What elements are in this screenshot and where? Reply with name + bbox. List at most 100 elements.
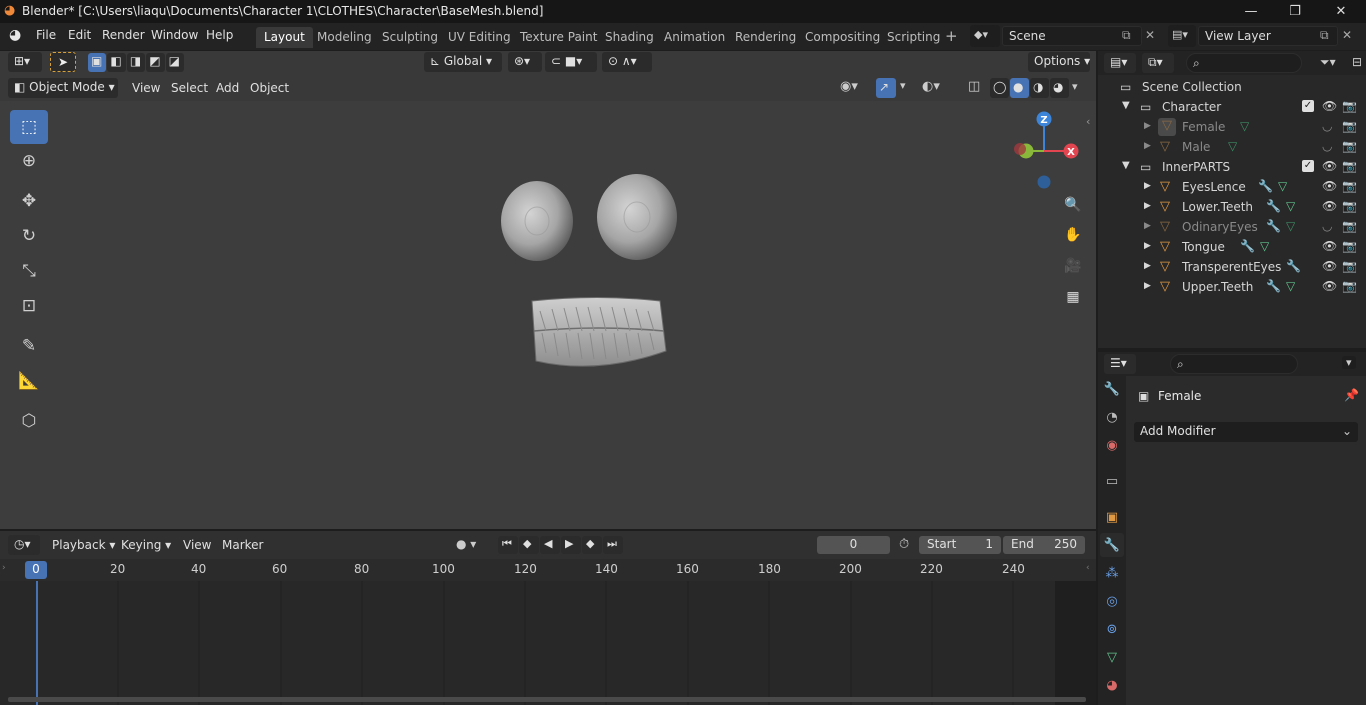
eye-icon[interactable]: 👁 [1322,199,1337,213]
timeline-view-menu[interactable]: View [183,538,211,552]
properties-editor-type-icon[interactable]: ☰▾ [1104,354,1136,374]
menu-file[interactable]: File [36,28,56,42]
zoom-icon[interactable]: 🔍 [1060,192,1086,218]
measure-tool-icon[interactable]: 📐 [10,364,48,398]
rotate-tool-icon[interactable]: ↻ [10,219,48,253]
scale-tool-icon[interactable]: ⤡ [10,254,48,288]
eye-icon[interactable]: 👁 [1322,179,1337,193]
ruler-left-arrow-icon[interactable]: › [2,563,6,573]
ruler-right-arrow-icon[interactable]: ‹ [1086,563,1090,573]
options-dropdown[interactable]: Options ▾ [1028,52,1090,72]
eye-closed-icon[interactable]: ◡ [1322,219,1332,233]
camera-icon[interactable]: 📷 [1342,179,1357,193]
constraints-tab-icon[interactable]: ⊚ [1100,617,1124,641]
pan-hand-icon[interactable]: ✋ [1060,222,1086,248]
blender-menu-icon[interactable]: ◕ [9,27,21,43]
outliner-row-male[interactable]: ▶ ▽ Male ▽ ◡ 📷 [1098,137,1366,157]
camera-icon[interactable]: 📷 [1342,279,1357,293]
expand-arrow-icon[interactable]: ▼ [1122,100,1130,111]
expand-arrow-icon[interactable]: ▶ [1144,181,1151,191]
outliner-row-scene-collection[interactable]: ▭ Scene Collection [1098,77,1366,97]
stopwatch-icon[interactable]: ⏱ [899,537,909,552]
outliner-row-character[interactable]: ▼ ▭ Character ✓ 👁 📷 [1098,97,1366,117]
eye-closed-icon[interactable]: ◡ [1322,139,1332,153]
expand-arrow-icon[interactable]: ▶ [1144,261,1151,271]
new-collection-icon[interactable]: ⊟ [1352,55,1362,69]
tab-modeling[interactable]: Modeling [309,27,380,48]
tab-uv-editing[interactable]: UV Editing [440,27,519,48]
outliner-row-tongue[interactable]: ▶ ▽ Tongue 🔧 ▽ 👁 📷 [1098,237,1366,257]
mesh-data-icon[interactable]: ▽ [1278,179,1287,193]
right-eye-mesh[interactable] [597,174,677,260]
navigation-gizmo[interactable]: Z X [1004,109,1086,191]
render-tab-icon[interactable]: ◔ [1100,405,1124,429]
outliner-row-female[interactable]: ▶ ▽ Female ▽ ◡ 📷 [1098,117,1366,137]
tab-layout[interactable]: Layout [256,27,313,48]
menu-help[interactable]: Help [206,28,233,42]
snap-icon[interactable]: ⊂ ■▾ [545,52,597,72]
outliner-row-upper-teeth[interactable]: ▶ ▽ Upper.Teeth 🔧 ▽ 👁 📷 [1098,277,1366,297]
camera-icon[interactable]: 📷 [1342,119,1357,133]
material-shading-icon[interactable]: ◑ [1030,78,1049,98]
xray-toggle-icon[interactable]: ◫ [968,79,980,94]
tab-texture-paint[interactable]: Texture Paint [512,27,605,48]
select-box-icon[interactable]: ➤ [50,52,76,72]
eye-icon[interactable]: 👁 [1322,279,1337,293]
current-frame-field[interactable]: 0 [817,536,890,554]
outliner-row-odinaryeyes[interactable]: ▶ ▽ OdinaryEyes 🔧 ▽ ◡ 📷 [1098,217,1366,237]
exclude-checkbox[interactable]: ✓ [1302,100,1314,112]
camera-icon[interactable]: 📷 [1342,239,1357,253]
new-view-layer-icon[interactable]: ⧉ [1320,28,1329,43]
gizmo-dropdown-icon[interactable]: ▾ [900,79,906,92]
outliner-row-innerparts[interactable]: ▼ ▭ InnerPARTS ✓ 👁 📷 [1098,157,1366,177]
scene-selector-icon[interactable]: ◆▾ [970,25,1000,47]
eye-icon[interactable]: 👁 [1322,259,1337,273]
proportional-editing-icon[interactable]: ⊙ ∧▾ [602,52,652,72]
play-icon[interactable]: ▶ [561,536,581,554]
rendered-shading-icon[interactable]: ◕ [1050,78,1069,98]
modifier-tab-icon[interactable]: 🔧 [1100,533,1124,557]
view-layer-selector-icon[interactable]: ▤▾ [1168,25,1196,47]
left-eye-mesh[interactable] [501,181,573,261]
perspective-grid-icon[interactable]: ▦ [1060,284,1086,310]
mesh-data-icon[interactable]: ▽ [1286,199,1295,213]
add-modifier-dropdown[interactable]: Add Modifier ⌄ [1134,422,1358,442]
move-tool-icon[interactable]: ✥ [10,184,48,218]
jump-end-icon[interactable]: ⏭ [603,536,623,554]
timeline-keying-menu[interactable]: Keying ▾ [121,538,171,552]
material-tab-icon[interactable]: ◕ [1100,673,1124,697]
shading-dropdown-icon[interactable]: ▾ [1072,80,1078,93]
camera-view-icon[interactable]: 🎥 [1060,253,1086,279]
properties-editor[interactable]: ☰▾ ⌕ ▾ 🔧 ◔ ◉ ▭ ▣ 🔧 ⁂ ◎ ⊚ ▽ ◕ ▣ Female 📌 … [1098,352,1366,705]
camera-icon[interactable]: 📷 [1342,99,1357,113]
expand-arrow-icon[interactable]: ▶ [1144,281,1151,291]
camera-icon[interactable]: 📷 [1342,219,1357,233]
cursor-tool-icon[interactable]: ⊕ [10,144,48,178]
timeline-marker-menu[interactable]: Marker [222,538,263,552]
timeline-area[interactable] [0,581,1096,705]
neg-z-handle[interactable] [1037,175,1051,189]
transform-tool-icon[interactable]: ⊡ [10,289,48,323]
visibility-icon[interactable]: ◉▾ [840,79,858,94]
wrench-modifier-icon[interactable]: 🔧 [1240,239,1255,253]
3d-viewport[interactable]: ⊞▾ ➤ ▣ ◧ ◨ ◩ ◪ ⊾ Global ▾ ⊛▾ ⊂ ■▾ ⊙ ∧▾ O… [0,51,1096,529]
world-tab-icon[interactable]: ◉ [1100,433,1124,457]
viewport-menu-object[interactable]: Object [250,81,289,95]
camera-icon[interactable]: 📷 [1342,139,1357,153]
gizmo-toggle-icon[interactable]: ↗ [876,78,896,98]
filter-icon[interactable]: ⏷▾ [1320,55,1336,70]
playhead-marker[interactable]: 0 [25,561,47,579]
select-invert-icon[interactable]: ◩ [146,53,165,72]
select-intersect-icon[interactable]: ◪ [165,53,185,72]
physics-tab-icon[interactable]: ◎ [1100,589,1124,613]
new-scene-icon[interactable]: ⧉ [1122,28,1131,43]
eye-icon[interactable]: 👁 [1322,159,1337,173]
jump-start-icon[interactable]: ⏮ [498,536,518,554]
end-frame-field[interactable]: End 250 [1003,536,1085,554]
outliner-row-eyeslence[interactable]: ▶ ▽ EyesLence 🔧 ▽ 👁 📷 [1098,177,1366,197]
solid-shading-icon[interactable]: ● [1010,78,1029,98]
viewport-menu-select[interactable]: Select [171,81,208,95]
timeline-ruler[interactable]: › 0 20 40 60 80 100 120 140 160 180 200 … [0,559,1096,581]
outliner-row-transperenteyes[interactable]: ▶ ▽ TransperentEyes 🔧 👁 📷 [1098,257,1366,277]
annotate-tool-icon[interactable]: ✎ [10,329,48,363]
